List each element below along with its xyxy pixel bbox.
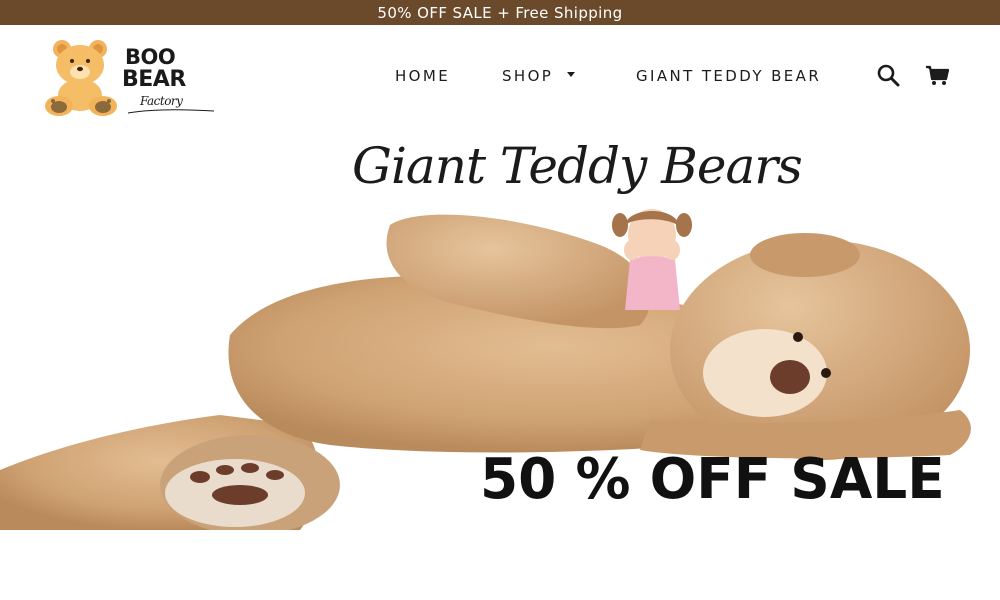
site-header: BOO BEAR Factory HOME SHOP GIANT TEDDY B… xyxy=(0,25,1000,125)
logo-underline xyxy=(127,109,215,114)
announcement-text: 50% OFF SALE + Free Shipping xyxy=(377,3,623,22)
logo[interactable]: BOO BEAR Factory xyxy=(42,39,217,121)
logo-text-boo: BOO xyxy=(125,45,176,69)
nav-giant-teddy-bear[interactable]: GIANT TEDDY BEAR xyxy=(636,67,821,85)
chevron-down-icon xyxy=(567,72,576,77)
logo-text-bear: BEAR xyxy=(122,67,186,92)
hero-banner[interactable]: Giant Teddy Bears 50 % OFF SALE xyxy=(0,125,1000,530)
nav-shop[interactable]: SHOP xyxy=(502,67,576,85)
search-icon xyxy=(877,64,900,87)
nav-shop-label: SHOP xyxy=(502,67,554,85)
hero-script-title: Giant Teddy Bears xyxy=(352,137,803,195)
cart-button[interactable] xyxy=(925,63,951,89)
hero-sale-text: 50 % OFF SALE xyxy=(480,447,945,512)
nav-home[interactable]: HOME xyxy=(395,67,450,85)
logo-bear-icon xyxy=(45,40,117,116)
announcement-bar: 50% OFF SALE + Free Shipping xyxy=(0,0,1000,25)
cart-icon xyxy=(926,65,950,85)
search-button[interactable] xyxy=(876,63,902,89)
